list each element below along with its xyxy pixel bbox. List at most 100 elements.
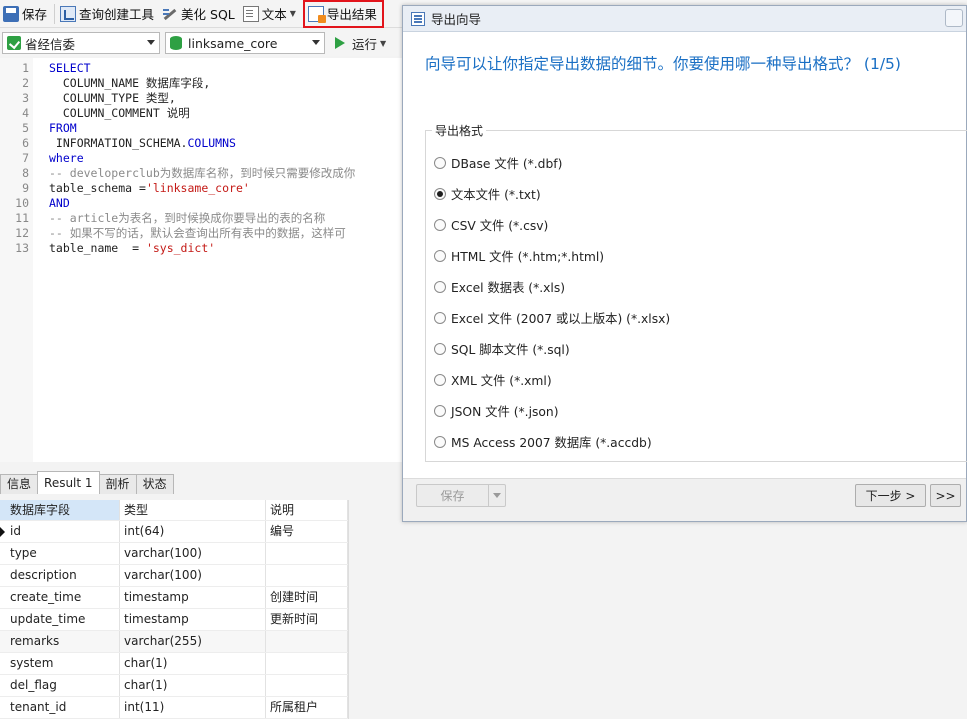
cell[interactable]: varchar(100)	[120, 543, 266, 564]
cell[interactable]: 编号	[266, 521, 348, 542]
tab-result-1[interactable]: Result 1	[37, 471, 100, 494]
cell[interactable]: tenant_id	[0, 697, 120, 718]
table-row[interactable]: del_flag char(1)	[0, 675, 348, 697]
run-button[interactable]: 运行 ▼	[335, 34, 386, 53]
code-line: 5 FROM	[22, 121, 77, 135]
format-option-json[interactable]: JSON 文件 (*.json)	[434, 402, 559, 420]
cell[interactable]: varchar(100)	[120, 565, 266, 586]
radio-button[interactable]	[434, 281, 446, 293]
radio-button[interactable]	[434, 405, 446, 417]
table-row[interactable]: tenant_id int(11) 所属租户	[0, 697, 348, 719]
chevron-down-icon[interactable]: ▼	[380, 39, 386, 48]
radio-button[interactable]	[434, 312, 446, 324]
radio-button[interactable]	[434, 436, 446, 448]
radio-button[interactable]	[434, 219, 446, 231]
cell[interactable]: remarks	[0, 631, 120, 652]
cell[interactable]	[266, 543, 348, 564]
text-label: 文本	[261, 7, 287, 22]
cell[interactable]	[266, 631, 348, 652]
format-label: CSV 文件 (*.csv)	[451, 219, 549, 233]
cell[interactable]	[266, 653, 348, 674]
database-select[interactable]: linksame_core	[165, 32, 325, 54]
format-label: HTML 文件 (*.htm;*.html)	[451, 250, 605, 264]
cell[interactable]: timestamp	[120, 587, 266, 608]
format-option-csv[interactable]: CSV 文件 (*.csv)	[434, 216, 548, 234]
code-line: 3 COLUMN_TYPE 类型,	[22, 91, 176, 105]
close-button[interactable]	[945, 9, 963, 27]
cell[interactable]: create_time	[0, 587, 120, 608]
tab-info[interactable]: 信息	[0, 474, 39, 494]
cell[interactable]: int(64)	[120, 521, 266, 542]
text-button[interactable]: 文本 ▼	[240, 1, 301, 27]
table-row[interactable]: description varchar(100)	[0, 565, 348, 587]
table-row[interactable]: remarks varchar(255)	[0, 631, 348, 653]
column-header[interactable]: 类型	[120, 500, 266, 520]
cell[interactable]: 所属租户	[266, 697, 348, 718]
cell[interactable]: 创建时间	[266, 587, 348, 608]
radio-button[interactable]	[434, 374, 446, 386]
cell[interactable]: varchar(255)	[120, 631, 266, 652]
format-label: MS Access 2007 数据库 (*.accdb)	[451, 436, 652, 450]
table-row[interactable]: type varchar(100)	[0, 543, 348, 565]
cell[interactable]: update_time	[0, 609, 120, 630]
cell[interactable]: 更新时间	[266, 609, 348, 630]
last-step-button[interactable]: >>	[930, 484, 961, 507]
column-header[interactable]: 数据库字段	[0, 500, 120, 520]
cell[interactable]	[266, 565, 348, 586]
format-option-html[interactable]: HTML 文件 (*.htm;*.html)	[434, 247, 604, 265]
beautify-sql-button[interactable]: 美化 SQL	[159, 1, 240, 27]
format-option-xlsx[interactable]: Excel 文件 (2007 或以上版本) (*.xlsx)	[434, 309, 670, 327]
result-panel: 信息 Result 1 剖析 状态 数据库字段 类型 说明 id int(64)…	[0, 466, 405, 719]
current-row-marker-icon	[0, 527, 5, 537]
next-button[interactable]: 下一步 >	[855, 484, 926, 507]
table-row[interactable]: id int(64) 编号	[0, 521, 348, 543]
format-option-xml[interactable]: XML 文件 (*.xml)	[434, 371, 552, 389]
format-label: DBase 文件 (*.dbf)	[451, 157, 563, 171]
export-result-button[interactable]: 导出结果	[302, 0, 384, 28]
format-option-xls[interactable]: Excel 数据表 (*.xls)	[434, 278, 565, 296]
radio-button-selected[interactable]	[434, 188, 446, 200]
group-label: 导出格式	[432, 122, 487, 139]
code-line: 2 COLUMN_NAME 数据库字段,	[22, 76, 211, 90]
save-profile-button[interactable]: 保存	[416, 484, 506, 507]
connection-select[interactable]: 省经信委	[2, 32, 160, 54]
table-row[interactable]: update_time timestamp 更新时间	[0, 609, 348, 631]
cell[interactable]: del_flag	[0, 675, 120, 696]
code-line: 8 -- developerclub为数据库名称，到时候只需要修改成你	[22, 166, 356, 180]
cell[interactable]: type	[0, 543, 120, 564]
dialog-title-bar[interactable]: 导出向导	[403, 6, 966, 32]
chevron-down-icon[interactable]: ▼	[290, 9, 296, 18]
column-header[interactable]: 说明	[266, 500, 348, 520]
toolbar-divider	[54, 3, 56, 24]
format-option-dbf[interactable]: DBase 文件 (*.dbf)	[434, 154, 562, 172]
cell[interactable]: int(11)	[120, 697, 266, 718]
cell[interactable]: id	[0, 521, 120, 542]
tab-profile[interactable]: 剖析	[98, 474, 137, 494]
table-row[interactable]: system char(1)	[0, 653, 348, 675]
save-icon	[3, 5, 19, 22]
format-option-sql[interactable]: SQL 脚本文件 (*.sql)	[434, 340, 570, 358]
radio-button[interactable]	[434, 157, 446, 169]
format-option-accdb[interactable]: MS Access 2007 数据库 (*.accdb)	[434, 433, 652, 451]
radio-button[interactable]	[434, 250, 446, 262]
code-line: 10 AND	[15, 196, 70, 210]
cell[interactable]	[266, 675, 348, 696]
format-option-txt[interactable]: 文本文件 (*.txt)	[434, 185, 541, 203]
tab-status[interactable]: 状态	[135, 474, 174, 494]
code-line: 9 table_schema ='linksame_core'	[22, 181, 250, 195]
connection-value: 省经信委	[25, 36, 76, 52]
cell[interactable]: char(1)	[120, 653, 266, 674]
query-builder-button[interactable]: 查询创建工具	[57, 1, 159, 27]
cell[interactable]: description	[0, 565, 120, 586]
table-row[interactable]: create_time timestamp 创建时间	[0, 587, 348, 609]
cell[interactable]: timestamp	[120, 609, 266, 630]
play-icon	[335, 37, 345, 49]
radio-button[interactable]	[434, 343, 446, 355]
database-icon	[170, 36, 182, 50]
format-label: 文本文件 (*.txt)	[451, 188, 541, 202]
chevron-down-icon[interactable]	[488, 485, 505, 506]
cell[interactable]: system	[0, 653, 120, 674]
cell[interactable]: char(1)	[120, 675, 266, 696]
sql-editor[interactable]: 1 SELECT 2 COLUMN_NAME 数据库字段, 3 COLUMN_TY…	[0, 58, 405, 462]
save-button[interactable]: 保存	[0, 1, 52, 27]
